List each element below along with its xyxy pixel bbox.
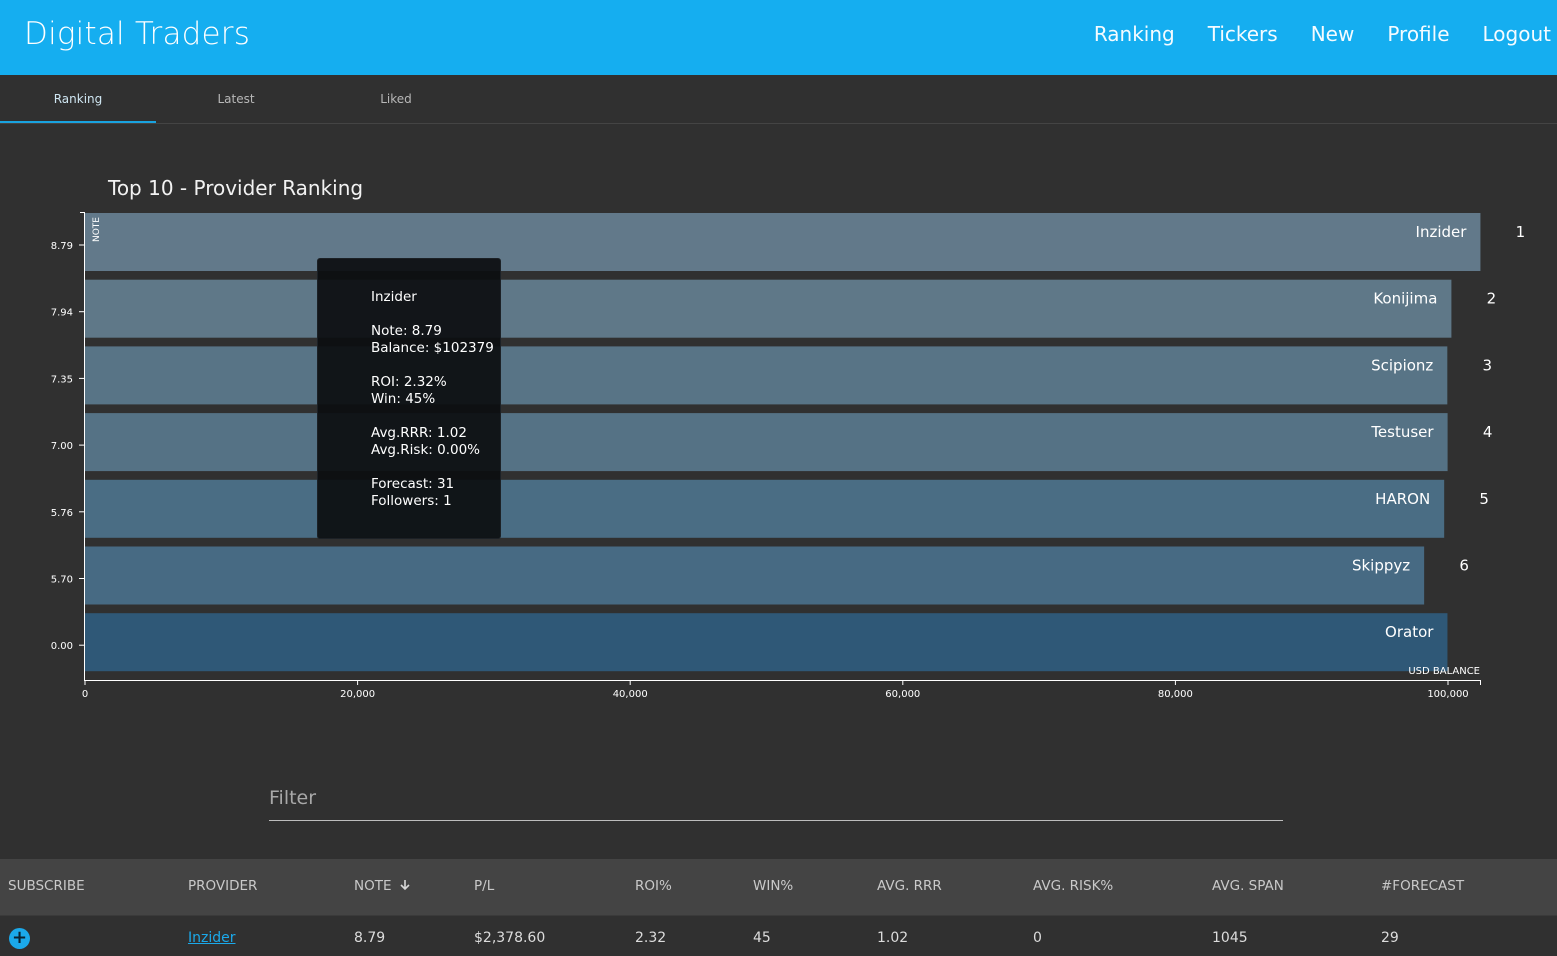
tooltip-roi: ROI: 2.32%: [371, 374, 447, 390]
rank-label: 4: [1483, 423, 1493, 441]
provider-ranking-chart: Inzider 1 8.79 Konijima 2 7.94 Scipionz 3 7.35 Te…: [51, 212, 1526, 700]
header-forecast[interactable]: #FORECAST: [1381, 878, 1464, 894]
header-pl[interactable]: P/L: [474, 878, 494, 894]
header-subscribe[interactable]: SUBSCRIBE: [8, 878, 85, 894]
tooltip-forecast: Forecast: 31: [371, 476, 455, 492]
top-app-bar: Digital Traders Ranking Tickers New Prof…: [0, 0, 1557, 75]
x-tick-label: 60,000: [885, 689, 920, 700]
chart-bar[interactable]: [85, 613, 1448, 672]
brand-title[interactable]: Digital Traders: [24, 16, 250, 52]
tab-ranking[interactable]: Ranking: [0, 75, 156, 123]
chart-bar[interactable]: [85, 346, 1448, 405]
chart-bar[interactable]: [85, 279, 1452, 338]
bar-label: Orator: [1385, 623, 1434, 641]
header-provider[interactable]: PROVIDER: [188, 878, 257, 894]
x-tick-label: 80,000: [1158, 689, 1193, 700]
tooltip-name: Inzider: [371, 289, 417, 305]
arrow-down-icon: [400, 880, 410, 891]
cell-roi: 2.32: [635, 930, 667, 946]
y-tick-label: 5.76: [51, 508, 73, 519]
cell-risk: 0: [1033, 930, 1042, 946]
y-tick-label: 7.00: [51, 441, 73, 452]
y-tick-label: 5.70: [51, 575, 73, 586]
bar-label: Inzider: [1416, 223, 1468, 241]
x-axis-title: USD BALANCE: [1408, 666, 1480, 677]
y-tick-label: 7.94: [51, 308, 73, 319]
provider-link[interactable]: Inzider: [188, 930, 236, 946]
cell-note: 8.79: [354, 930, 386, 946]
header-avg-risk[interactable]: AVG. RISK%: [1033, 878, 1113, 894]
main-nav: Ranking Tickers New Profile Logout: [1061, 22, 1551, 46]
cell-pl: $2,378.60: [474, 930, 546, 946]
nav-ranking[interactable]: Ranking: [1094, 22, 1175, 46]
tab-bar: Ranking Latest Liked: [0, 75, 1557, 124]
x-tick-label: 0: [82, 689, 88, 700]
table-header: SUBSCRIBE PROVIDER NOTE P/L ROI% WIN% AV…: [0, 859, 1557, 916]
nav-logout[interactable]: Logout: [1483, 22, 1551, 46]
cell-forecast: 29: [1381, 930, 1399, 946]
nav-tickers[interactable]: Tickers: [1208, 22, 1278, 46]
tab-liked[interactable]: Liked: [318, 75, 474, 123]
filter-field: [269, 783, 1283, 821]
nav-new[interactable]: New: [1311, 22, 1355, 46]
rank-label: 1: [1516, 223, 1526, 241]
cell-span: 1045: [1212, 930, 1248, 946]
header-roi[interactable]: ROI%: [635, 878, 672, 894]
tab-latest[interactable]: Latest: [158, 75, 314, 123]
header-note-label: NOTE: [354, 878, 392, 894]
cell-rrr: 1.02: [877, 930, 909, 946]
x-tick-label: 20,000: [340, 689, 375, 700]
chart-title: Top 10 - Provider Ranking: [108, 176, 364, 200]
tooltip-rrr: Avg.RRR: 1.02: [371, 425, 467, 441]
chart-tooltip: Inzider Note: 8.79 Balance: $102379 ROI:…: [317, 258, 501, 539]
bar-label: Scipionz: [1371, 356, 1433, 374]
rank-label: 6: [1459, 557, 1469, 575]
tooltip-followers: Followers: 1: [371, 493, 452, 509]
rank-label: 3: [1483, 356, 1493, 374]
tooltip-win: Win: 45%: [371, 391, 436, 407]
chart-bar[interactable]: [85, 479, 1445, 538]
chart-bar[interactable]: [85, 546, 1425, 605]
chart-bar[interactable]: [85, 413, 1448, 472]
y-tick-label: 0.00: [51, 641, 73, 652]
y-axis-title: NOTE: [92, 217, 102, 242]
header-avg-rrr[interactable]: AVG. RRR: [877, 878, 942, 894]
rank-label: 2: [1487, 290, 1497, 308]
tooltip-note: Note: 8.79: [371, 323, 442, 339]
rank-label: 5: [1479, 490, 1489, 508]
plus-icon[interactable]: +: [9, 928, 30, 949]
bar-label: Testuser: [1370, 423, 1434, 441]
header-avg-span[interactable]: AVG. SPAN: [1212, 878, 1284, 894]
header-note[interactable]: NOTE: [354, 878, 411, 894]
header-win[interactable]: WIN%: [753, 878, 793, 894]
y-tick-label: 7.35: [51, 374, 73, 385]
cell-win: 45: [753, 930, 771, 946]
nav-profile[interactable]: Profile: [1387, 22, 1449, 46]
table-row: + Inzider 8.79 $2,378.60 2.32 45 1.02 0 …: [0, 916, 1557, 956]
chart-bar[interactable]: [85, 213, 1481, 271]
tooltip-balance: Balance: $102379: [371, 340, 494, 356]
bar-label: Skippyz: [1352, 557, 1410, 575]
filter-input[interactable]: [269, 783, 1283, 813]
bar-label: HARON: [1375, 490, 1430, 508]
x-tick-label: 100,000: [1427, 689, 1468, 700]
y-tick-label: 8.79: [51, 241, 73, 252]
bar-label: Konijima: [1373, 290, 1437, 308]
tooltip-risk: Avg.Risk: 0.00%: [371, 442, 481, 458]
x-tick-label: 40,000: [613, 689, 648, 700]
